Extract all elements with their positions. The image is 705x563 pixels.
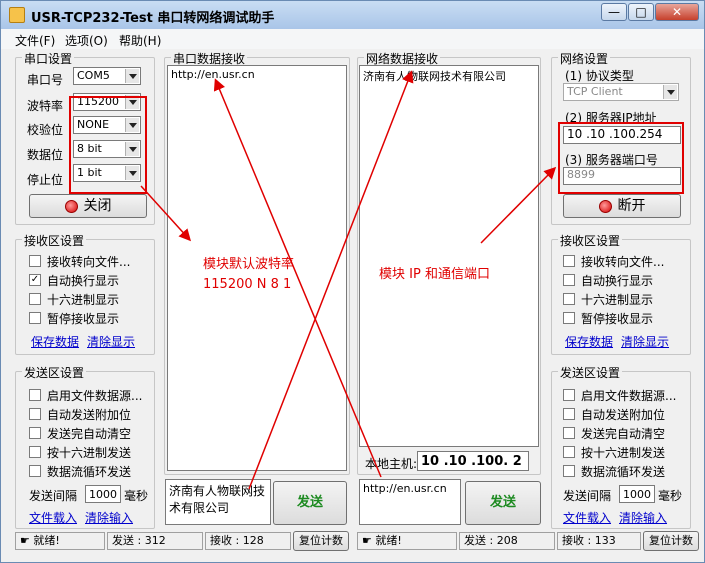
arrow-serial-to-net bbox=[248, 70, 414, 490]
arrow-to-ip-box bbox=[480, 166, 557, 244]
app-window: USR-TCP232-Test 串口转网络调试助手 — □ ✕ 文件(F) 选项… bbox=[0, 0, 705, 563]
annotation-arrows bbox=[140, 70, 557, 490]
arrow-to-baud-note bbox=[140, 185, 192, 242]
arrow-net-to-serial bbox=[213, 78, 382, 478]
